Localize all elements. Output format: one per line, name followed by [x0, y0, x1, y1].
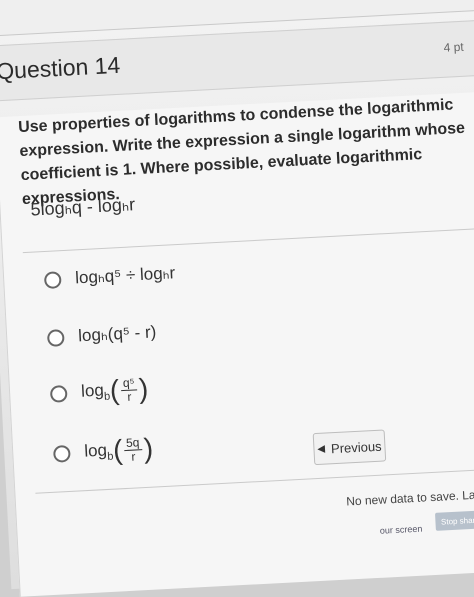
previous-button[interactable]: ◀ Previous: [312, 429, 387, 466]
answer-option-1[interactable]: logₕq⁵ ÷ logₕr: [43, 253, 176, 300]
answer-option-4[interactable]: logb(5q r): [52, 429, 154, 474]
answer-option-label: logb(q⁵ r): [80, 372, 150, 406]
radio-button[interactable]: [52, 444, 71, 463]
question-points: 4 pt: [443, 39, 465, 55]
answer-option-label: logₕq⁵ ÷ logₕr: [74, 263, 176, 288]
answer-option-label: logb(5q r): [83, 432, 154, 466]
screen-share-note: our screen: [379, 523, 423, 536]
chevron-left-icon: ◀: [317, 443, 326, 455]
radio-button[interactable]: [46, 328, 65, 347]
question-body: Use properties of logarithms to condense…: [0, 90, 474, 597]
answer-option-label: logₕ(q⁵ - r): [77, 322, 157, 346]
answer-option-2[interactable]: logₕ(q⁵ - r): [46, 312, 157, 358]
question-title: Question 14: [0, 51, 121, 85]
question-prompt: Use properties of logarithms to condense…: [17, 96, 466, 209]
screen: Question 14 4 pt Use properties of logar…: [0, 0, 474, 597]
previous-label: Previous: [330, 438, 382, 456]
stop-sharing-button[interactable]: Stop sharing: [434, 509, 474, 531]
radio-button[interactable]: [43, 270, 62, 289]
question-expression: 5logₕq - logₕr: [30, 194, 136, 220]
save-status: No new data to save. Last checked: [345, 485, 474, 509]
answer-option-3[interactable]: logb(q⁵ r): [49, 369, 149, 414]
answer-list: logₕq⁵ ÷ logₕr logₕ(q⁵ - r) logb(q⁵ r) lo…: [22, 226, 474, 494]
radio-button[interactable]: [49, 384, 68, 403]
